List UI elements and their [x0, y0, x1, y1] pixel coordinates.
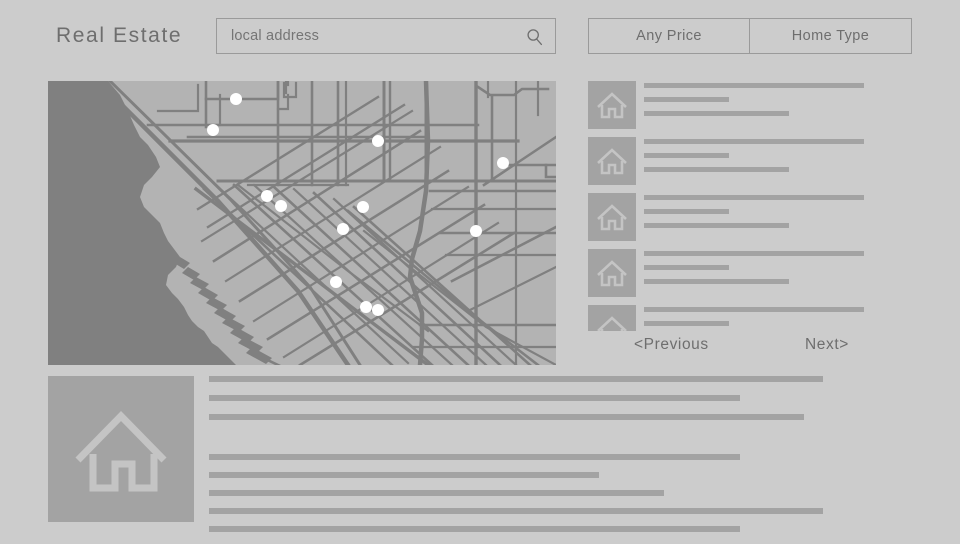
filter-any-price-button[interactable]: Any Price	[588, 18, 750, 54]
house-icon	[597, 148, 627, 175]
placeholder-bar	[644, 153, 729, 158]
listing-thumbnail	[588, 193, 636, 241]
listing-thumbnail	[588, 81, 636, 129]
page-title: Real Estate	[56, 24, 183, 47]
pagination: <Previous Next>	[588, 336, 918, 366]
placeholder-bar	[209, 472, 599, 478]
map-marker	[261, 190, 273, 202]
list-item[interactable]	[588, 137, 918, 193]
placeholder-bar	[209, 526, 740, 532]
listing-thumbnail	[588, 249, 636, 297]
placeholder-bar	[644, 209, 729, 214]
property-map[interactable]	[48, 81, 556, 365]
list-item[interactable]	[588, 81, 918, 137]
map-marker	[330, 276, 342, 288]
listing-text-placeholders	[644, 305, 918, 331]
placeholder-bar	[209, 414, 804, 420]
map-marker	[360, 301, 372, 313]
placeholder-bar	[644, 223, 789, 228]
placeholder-bar	[644, 167, 789, 172]
placeholder-bar	[644, 97, 729, 102]
placeholder-bar	[644, 251, 864, 256]
search-icon[interactable]	[526, 28, 544, 46]
next-page-link[interactable]: Next>	[805, 336, 849, 354]
map-marker	[275, 200, 287, 212]
placeholder-bar	[644, 139, 864, 144]
app-header: Real Estate local address Any Price Home…	[0, 0, 960, 72]
placeholder-bar	[209, 490, 664, 496]
placeholder-bar	[209, 454, 740, 460]
listing-text-placeholders	[644, 137, 918, 181]
map-marker	[497, 157, 509, 169]
listing-thumbnail	[588, 137, 636, 185]
list-item[interactable]	[588, 249, 918, 305]
placeholder-bar	[644, 265, 729, 270]
map-marker	[470, 225, 482, 237]
listing-thumbnail	[588, 305, 636, 331]
filter-home-type-button[interactable]: Home Type	[750, 18, 912, 54]
house-icon	[597, 316, 627, 331]
filter-group: Any Price Home Type	[588, 18, 912, 54]
house-icon	[597, 260, 627, 287]
property-detail-panel	[48, 376, 912, 532]
placeholder-bar	[209, 395, 740, 401]
map-marker	[372, 304, 384, 316]
real-estate-app: Real Estate local address Any Price Home…	[0, 0, 960, 540]
listing-text-placeholders	[644, 81, 918, 125]
placeholder-bar	[209, 508, 823, 514]
detail-text-group-secondary	[209, 454, 912, 532]
placeholder-bar	[644, 83, 864, 88]
map-marker	[357, 201, 369, 213]
detail-thumbnail[interactable]	[48, 376, 194, 522]
placeholder-bar	[644, 111, 789, 116]
map-marker	[207, 124, 219, 136]
search-placeholder: local address	[231, 28, 320, 44]
list-item[interactable]	[588, 305, 918, 331]
list-item[interactable]	[588, 193, 918, 249]
listing-text-placeholders	[644, 249, 918, 293]
placeholder-bar	[644, 195, 864, 200]
map-marker	[372, 135, 384, 147]
search-input[interactable]: local address	[216, 18, 556, 54]
listing-text-placeholders	[644, 193, 918, 237]
map-marker	[230, 93, 242, 105]
placeholder-bar	[644, 279, 789, 284]
detail-text-group-primary	[209, 376, 912, 420]
placeholder-bar	[644, 307, 864, 312]
detail-text-placeholders	[209, 376, 912, 544]
map-canvas	[48, 81, 556, 365]
placeholder-bar	[209, 376, 823, 382]
previous-page-link[interactable]: <Previous	[634, 336, 709, 354]
house-icon	[75, 410, 167, 492]
house-icon	[597, 92, 627, 119]
house-icon	[597, 204, 627, 231]
placeholder-bar	[644, 321, 729, 326]
map-marker	[337, 223, 349, 235]
listing-results-panel[interactable]	[588, 81, 918, 331]
